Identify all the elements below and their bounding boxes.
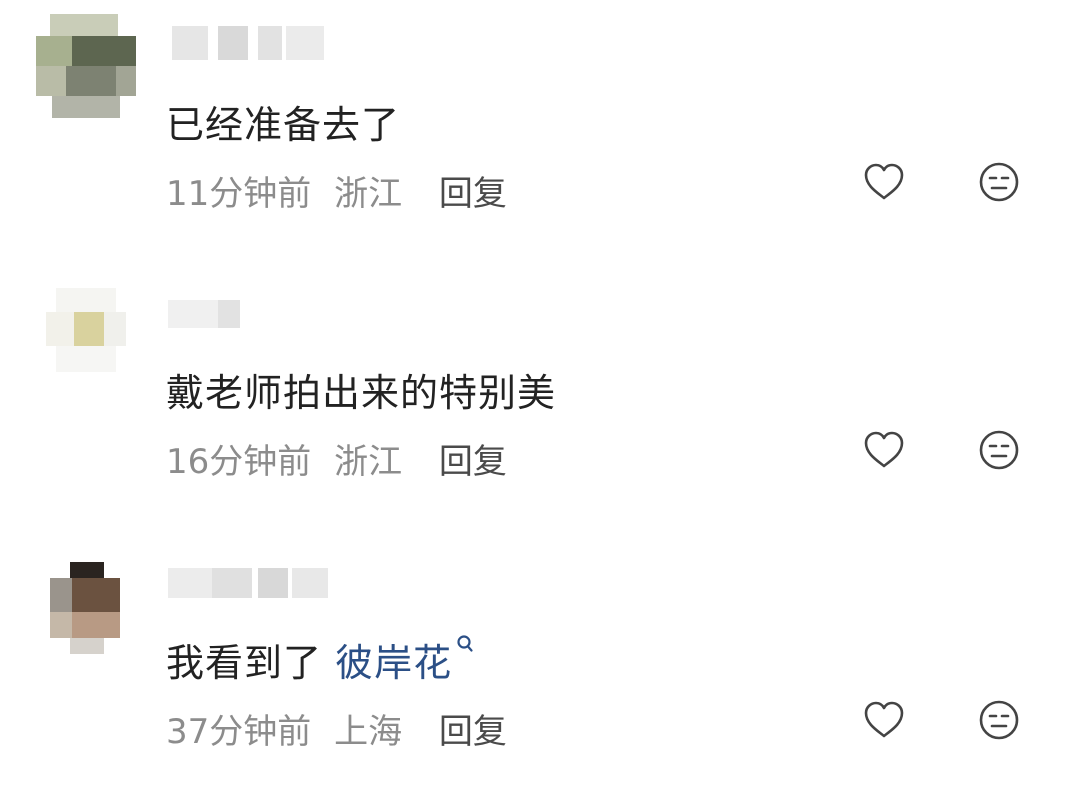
comment-location: 上海 <box>334 712 403 752</box>
heart-outline-icon <box>864 701 904 738</box>
comment-location: 浙江 <box>334 442 403 482</box>
topic-link[interactable]: 彼岸花 <box>335 641 452 685</box>
heart-outline-icon <box>864 431 904 468</box>
comment-text-content: 已经准备去了 <box>166 103 401 147</box>
comment-time: 37分钟前 <box>166 712 312 752</box>
comment-location: 浙江 <box>334 174 403 214</box>
comment-meta: 37分钟前 上海 回复 <box>166 704 507 753</box>
neutral-face-icon <box>979 430 1019 470</box>
search-icon[interactable] <box>456 634 474 654</box>
comment-text: 我看到了 彼岸花 <box>166 632 474 687</box>
like-button[interactable] <box>862 160 906 204</box>
reaction-button[interactable] <box>977 698 1021 742</box>
reaction-button[interactable] <box>977 160 1021 204</box>
comment-text: 已经准备去了 <box>166 94 400 149</box>
comment-text-content: 我看到了 <box>166 641 336 685</box>
avatar[interactable] <box>36 552 136 662</box>
comment-meta: 11分钟前 浙江 回复 <box>166 166 507 215</box>
reply-button[interactable]: 回复 <box>439 174 507 214</box>
like-button[interactable] <box>862 428 906 472</box>
neutral-face-icon <box>979 162 1019 202</box>
avatar[interactable] <box>36 282 136 392</box>
comment-text: 戴老师拍出来的特别美 <box>166 362 556 417</box>
reply-button[interactable]: 回复 <box>439 442 507 482</box>
comment-time: 11分钟前 <box>166 174 312 214</box>
comment-meta: 16分钟前 浙江 回复 <box>166 434 507 483</box>
comment-item: 我看到了 彼岸花 37分钟前 上海 回复 <box>0 552 1080 802</box>
comment-time: 16分钟前 <box>166 442 312 482</box>
avatar[interactable] <box>36 14 136 124</box>
reply-button[interactable]: 回复 <box>439 712 507 752</box>
reaction-button[interactable] <box>977 428 1021 472</box>
comment-item: 戴老师拍出来的特别美 16分钟前 浙江 回复 <box>0 282 1080 532</box>
heart-outline-icon <box>864 163 904 200</box>
like-button[interactable] <box>862 698 906 742</box>
comment-item: 已经准备去了 11分钟前 浙江 回复 <box>0 14 1080 264</box>
neutral-face-icon <box>979 700 1019 740</box>
comment-text-content: 戴老师拍出来的特别美 <box>166 371 557 415</box>
